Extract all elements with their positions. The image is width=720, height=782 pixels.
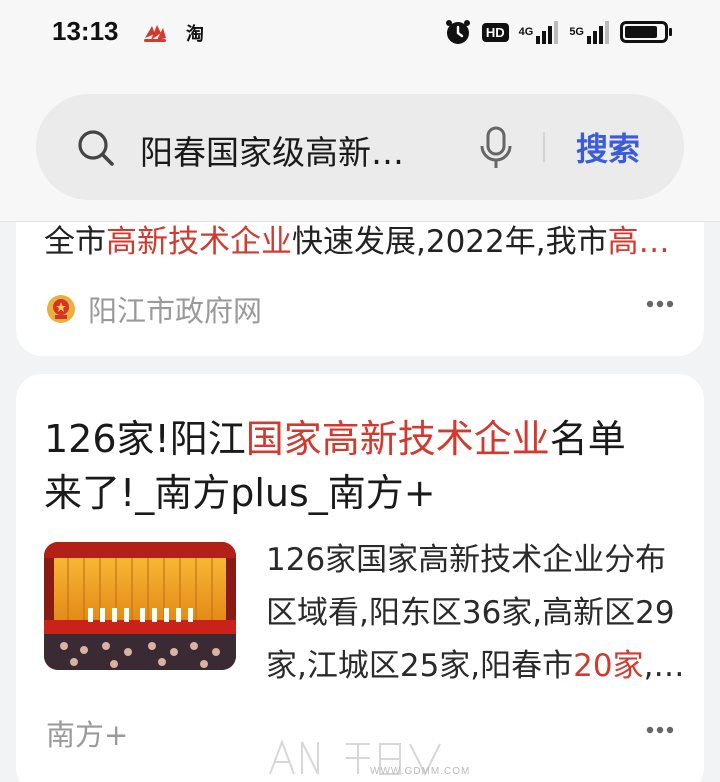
desc-text: ,… — [643, 648, 685, 684]
more-options-icon[interactable] — [646, 726, 674, 734]
desc-text: 家,江城区25家,阳春市 — [266, 648, 574, 684]
more-options-icon[interactable] — [646, 300, 674, 308]
snippet-highlight: 高新技术企业 — [106, 224, 292, 260]
battery-icon — [620, 21, 672, 43]
source-name: 阳江市政府网 — [88, 294, 263, 328]
title-line: 来了!_南方plus_南方+ — [44, 471, 436, 515]
result-source: 阳江市政府网 — [46, 288, 262, 330]
title-text: 名单 — [549, 417, 626, 461]
title-line: 126家!阳江国家高新技术企业名单 — [44, 412, 684, 466]
source-name: 南方+ — [46, 718, 129, 752]
signal-5g-icon: 5G — [569, 20, 610, 44]
desc-highlight: 20家 — [573, 648, 644, 684]
watermark-url: WWW.GDMM.COM — [370, 766, 471, 777]
poker-app-icon — [144, 25, 166, 42]
microphone-icon[interactable] — [476, 124, 516, 172]
taobao-icon: 淘 — [186, 24, 204, 45]
hd-voice-badge: HD — [481, 22, 509, 42]
snippet-highlight: 高… — [607, 224, 670, 260]
snippet-text: 全市 — [44, 224, 106, 260]
desc-line: 126家国家高新技术企业分布 — [266, 542, 667, 578]
status-time: 13:13 — [52, 16, 119, 46]
title-highlight: 国家高新技术企业 — [245, 417, 550, 461]
search-input[interactable]: 阳春国家级高新… — [140, 126, 440, 174]
search-box[interactable]: 阳春国家级高新… 搜索 — [36, 94, 684, 200]
title-text: 126家!阳江 — [44, 417, 246, 461]
result-thumbnail[interactable] — [44, 542, 236, 670]
snippet-text: 快速发展,2022年,我市 — [292, 224, 608, 260]
result-title-link[interactable]: 126家!阳江国家高新技术企业名单 来了!_南方plus_南方+ — [44, 412, 684, 520]
search-header: 阳春国家级高新… 搜索 — [0, 66, 720, 222]
result-card[interactable]: 126家!阳江国家高新技术企业名单 来了!_南方plus_南方+ 126家国家高… — [16, 374, 704, 782]
desc-line: 家,江城区25家,阳春市20家,… — [266, 640, 686, 693]
status-bar: 13:13 淘 HD 4G 5G — [0, 0, 720, 66]
search-icon — [78, 130, 114, 166]
net-4g-label: 4G — [518, 26, 534, 38]
desc-line: 区域看,阳东区36家,高新区29 — [266, 595, 675, 631]
search-button[interactable]: 搜索 — [576, 124, 640, 170]
signal-4g-icon: 4G — [519, 20, 560, 44]
net-5g-label: 5G — [569, 26, 584, 38]
result-description: 126家国家高新技术企业分布 区域看,阳东区36家,高新区29 家,江城区25家… — [266, 534, 686, 693]
search-divider — [543, 132, 545, 162]
national-emblem-icon — [47, 295, 75, 323]
result-snippet: 全市高新技术企业快速发展,2022年,我市高… — [44, 216, 670, 261]
alarm-icon — [445, 20, 470, 44]
status-icons: HD 4G 5G — [444, 16, 672, 48]
result-source: 南方+ — [46, 712, 128, 754]
